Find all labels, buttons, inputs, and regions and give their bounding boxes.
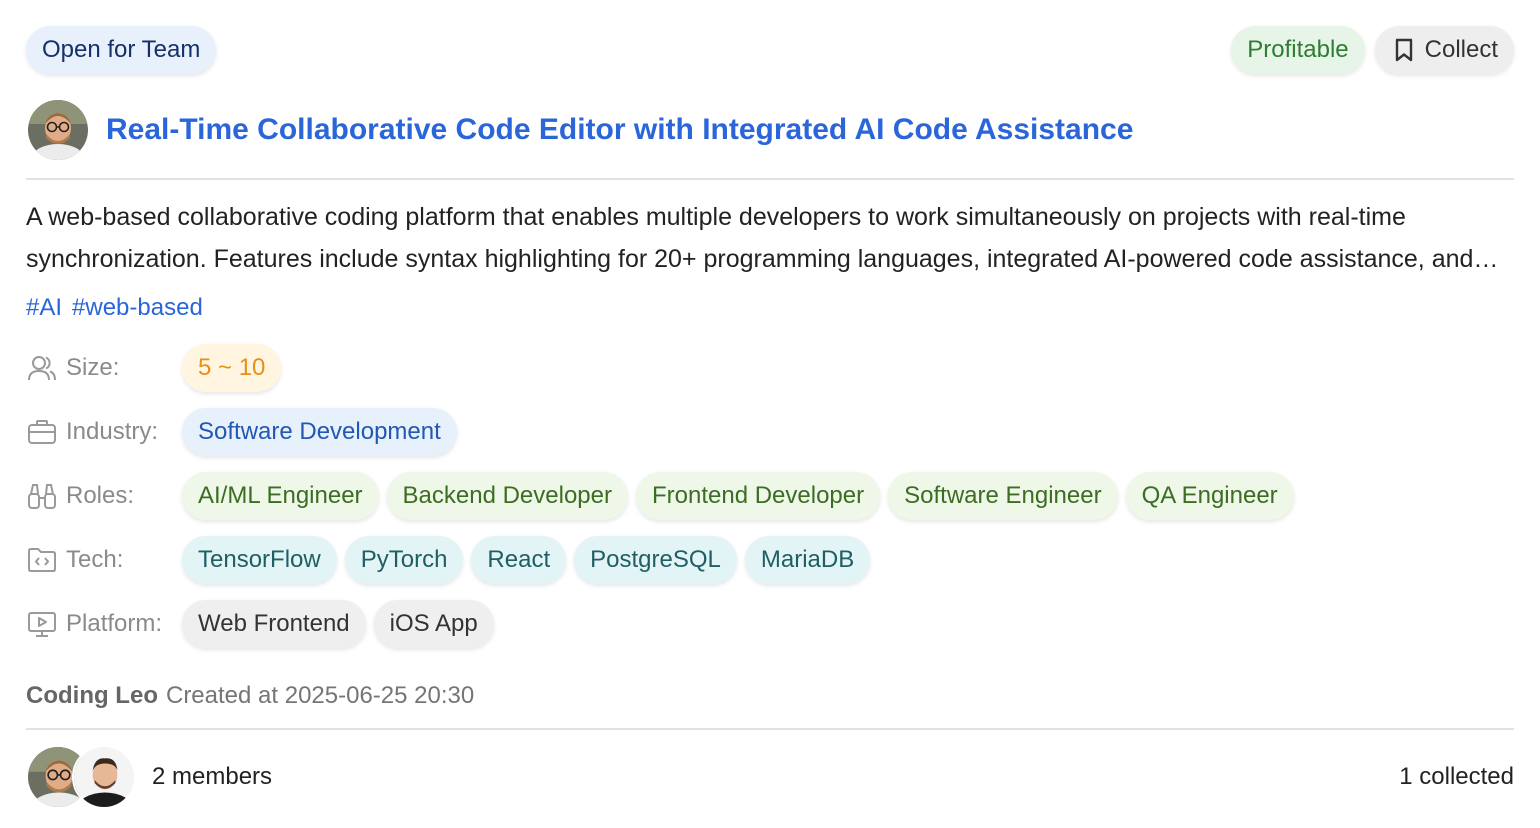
member-avatars[interactable] <box>26 745 136 809</box>
tech-chip-react[interactable]: React <box>471 536 567 584</box>
header-actions: Profitable Collect <box>1231 26 1514 74</box>
binoculars-icon <box>28 484 56 509</box>
platform-label: Platform: <box>66 610 163 637</box>
collect-button[interactable]: Collect <box>1374 26 1514 74</box>
project-description: A web-based collaborative coding platfor… <box>26 203 1474 273</box>
card-footer: 2 members 1 collected <box>26 744 1514 810</box>
industry-chip[interactable]: Software Development <box>182 408 457 456</box>
roles-row: Roles: AI/ML Engineer Backend Developer … <box>26 472 1294 520</box>
tech-label: Tech: <box>66 546 124 573</box>
role-chip-ai-ml-engineer[interactable]: AI/ML Engineer <box>182 472 379 520</box>
role-chip-backend-developer[interactable]: Backend Developer <box>386 472 628 520</box>
role-chip-frontend-developer[interactable]: Frontend Developer <box>636 472 881 520</box>
monitor-play-icon <box>28 612 56 637</box>
author-name[interactable]: Coding Leo <box>26 682 158 710</box>
size-row: Size: 5 ~ 10 <box>26 344 282 392</box>
size-label: Size: <box>66 354 120 381</box>
collect-label: Collect <box>1424 36 1498 63</box>
member-avatar[interactable] <box>72 745 136 809</box>
role-chip-qa-engineer[interactable]: QA Engineer <box>1125 472 1294 520</box>
tech-chip-mariadb[interactable]: MariaDB <box>744 536 871 584</box>
briefcase-icon <box>28 420 56 444</box>
industry-row: Industry: Software Development <box>26 408 457 456</box>
tech-chip-pytorch[interactable]: PyTorch <box>344 536 464 584</box>
industry-label: Industry: <box>66 418 159 445</box>
role-chip-software-engineer[interactable]: Software Engineer <box>888 472 1118 520</box>
platform-chip-web-frontend[interactable]: Web Frontend <box>182 600 366 648</box>
created-timestamp: Created at 2025-06-25 20:30 <box>165 682 475 709</box>
open-for-team-badge: Open for Team <box>26 26 217 74</box>
hashtag-ai[interactable]: #AI <box>26 294 62 322</box>
profitable-badge: Profitable <box>1231 26 1365 74</box>
project-card: Open for Team Profitable Collect Real-Ti… <box>26 26 1514 809</box>
platform-chip-ios-app[interactable]: iOS App <box>373 600 494 648</box>
hashtag-list: #AI #web-based <box>26 294 203 322</box>
creation-meta: Coding Leo Created at 2025-06-25 20:30 <box>26 682 474 710</box>
footer-divider <box>26 728 1514 730</box>
title-row: Real-Time Collaborative Code Editor with… <box>26 98 1133 162</box>
tech-row: Tech: TensorFlow PyTorch React PostgreSQ… <box>26 536 871 584</box>
roles-label: Roles: <box>66 482 135 509</box>
members-count: 2 members <box>152 763 273 790</box>
users-icon <box>28 356 56 381</box>
hashtag-web-based[interactable]: #web-based <box>72 294 203 322</box>
title-divider <box>26 178 1514 180</box>
bookmark-icon <box>1395 38 1412 62</box>
author-avatar[interactable] <box>26 98 90 162</box>
platform-row: Platform: Web Frontend iOS App <box>26 600 494 648</box>
size-chip: 5 ~ 10 <box>182 344 282 392</box>
project-title-link[interactable]: Real-Time Collaborative Code Editor with… <box>106 113 1133 147</box>
tech-chip-tensorflow[interactable]: TensorFlow <box>182 536 337 584</box>
card-header: Open for Team Profitable Collect <box>26 26 1514 74</box>
collected-count: 1 collected <box>1399 763 1514 790</box>
tech-chip-postgresql[interactable]: PostgreSQL <box>574 536 737 584</box>
code-folder-icon <box>28 548 56 572</box>
